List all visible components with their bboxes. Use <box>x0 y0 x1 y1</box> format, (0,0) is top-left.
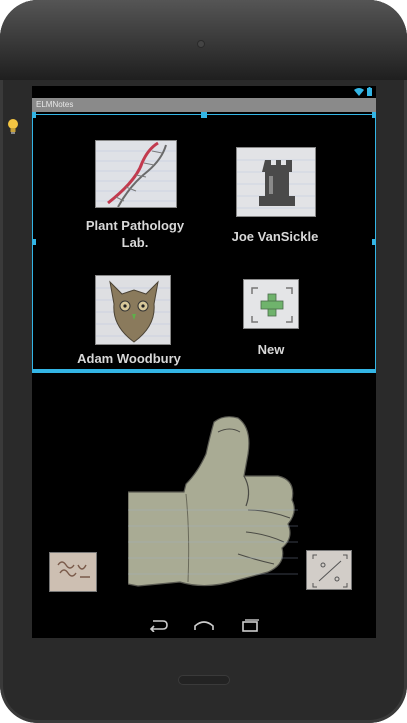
notebook-label: Joe VanSickle <box>231 229 319 244</box>
notebook-label: Plant Pathology Lab. <box>85 218 185 250</box>
recents-icon[interactable] <box>239 618 261 632</box>
status-bar <box>32 86 376 98</box>
rook-sketch-icon <box>236 147 316 217</box>
navigation-bar <box>32 612 376 638</box>
resize-handle[interactable] <box>201 112 207 118</box>
resize-handle[interactable] <box>372 112 376 118</box>
app-title-bar: ELMNotes <box>32 98 376 112</box>
tablet-frame: ELMNotes Plant Pathology Lab. Joe VanSic… <box>0 0 407 723</box>
bottom-speaker <box>178 675 230 685</box>
owl-sketch-icon <box>95 275 171 345</box>
battery-icon <box>367 87 372 96</box>
resize-handle[interactable] <box>32 239 36 245</box>
pattern-sketch-icon[interactable] <box>306 550 352 590</box>
new-notebook-label: New <box>257 342 285 357</box>
notes-sketch-icon[interactable] <box>49 552 97 592</box>
lightbulb-icon <box>8 119 18 134</box>
notebook-label: Adam Woodbury <box>77 351 181 366</box>
selection-frame: Plant Pathology Lab. Joe VanSickle Adam … <box>32 112 376 371</box>
device-screen: ELMNotes Plant Pathology Lab. Joe VanSic… <box>32 86 376 638</box>
selection-divider <box>32 369 376 373</box>
add-note-icon <box>243 279 299 329</box>
thumbs-up-sketch-icon <box>128 416 298 587</box>
resize-handle[interactable] <box>372 239 376 245</box>
back-icon[interactable] <box>147 618 169 632</box>
front-camera <box>197 40 205 48</box>
resize-handle[interactable] <box>32 112 36 118</box>
app-title: ELMNotes <box>36 100 74 109</box>
home-icon[interactable] <box>193 618 215 632</box>
wifi-icon <box>354 87 364 96</box>
dna-sketch-icon <box>95 140 177 208</box>
